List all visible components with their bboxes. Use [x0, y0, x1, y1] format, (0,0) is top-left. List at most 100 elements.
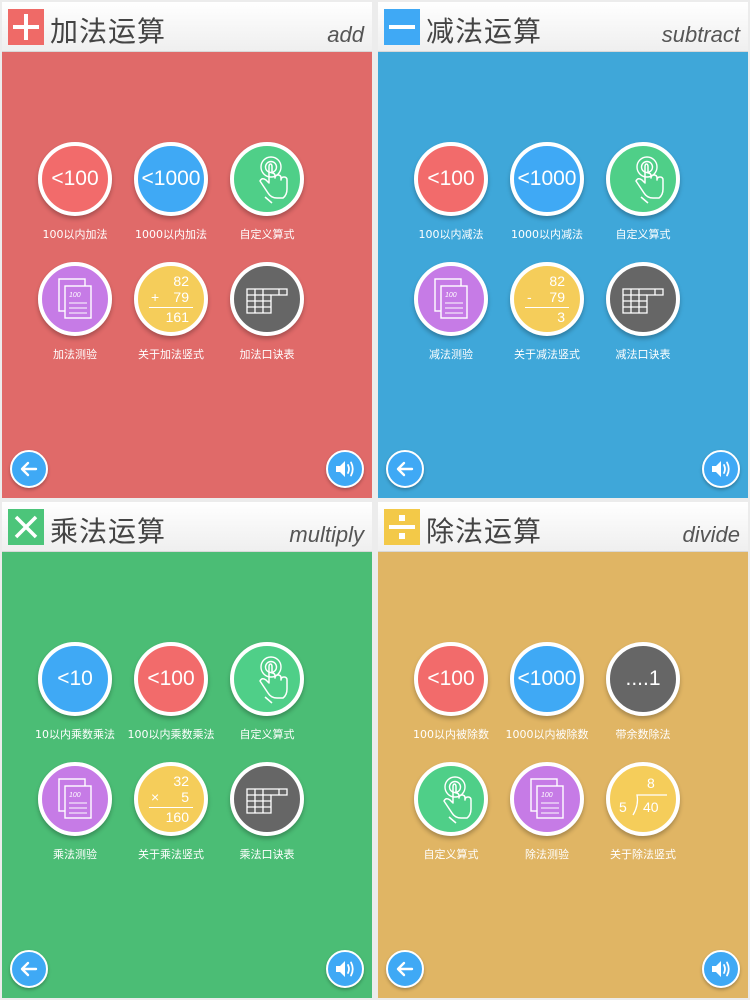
table-icon: [246, 788, 288, 814]
menu-tile[interactable]: 82 +79 161 关于加法竖式: [116, 262, 226, 372]
sound-button[interactable]: [702, 950, 740, 988]
back-button[interactable]: [386, 950, 424, 988]
tile-label: 100以内减法: [418, 228, 484, 241]
tile-button[interactable]: 100: [414, 262, 488, 336]
calc-second-number: 79: [549, 289, 565, 305]
tile-button[interactable]: 32 × 5 160: [134, 762, 208, 836]
sound-button[interactable]: [326, 950, 364, 988]
sound-button[interactable]: [326, 450, 364, 488]
tile-range-text: <1000: [517, 667, 577, 690]
tile-label: 乘法口诀表: [239, 848, 295, 861]
panel-header: 除法运算 divide: [378, 502, 748, 552]
panel-subtitle: add: [327, 22, 364, 47]
tile-label: 加法口诀表: [239, 348, 295, 361]
menu-tile[interactable]: 82 - 79 3 关于减法竖式: [492, 262, 602, 372]
menu-tile[interactable]: 100 乘法测验: [20, 762, 130, 872]
calc-line: [149, 307, 193, 308]
tile-button[interactable]: 8 5 40: [606, 762, 680, 836]
tile-button[interactable]: <1000: [134, 142, 208, 216]
sheet-score-text: 100: [69, 792, 81, 799]
menu-tile[interactable]: <100 100以内被除数: [396, 642, 506, 752]
panel-title: 减法运算: [426, 15, 543, 48]
menu-tile[interactable]: ....1 带余数除法: [588, 642, 698, 752]
menu-tile[interactable]: 自定义算式: [212, 642, 322, 752]
tile-button[interactable]: [230, 262, 304, 336]
calc-top-number: 32: [173, 773, 189, 789]
menu-tile[interactable]: 8 5 40 关于除法竖式: [588, 762, 698, 872]
tile-range-text: <100: [147, 667, 195, 690]
panel-subtitle: divide: [682, 522, 740, 547]
calc-second-number: 5: [181, 789, 189, 805]
menu-tile[interactable]: <100 100以内减法: [396, 142, 506, 252]
tile-label: 自定义算式: [239, 728, 295, 741]
plus-icon: [8, 9, 44, 45]
tile-button[interactable]: [230, 762, 304, 836]
tile-button[interactable]: <1000: [510, 642, 584, 716]
menu-tile[interactable]: 自定义算式: [588, 142, 698, 252]
menu-tile[interactable]: <10 10以内乘数乘法: [20, 642, 130, 752]
menu-tile[interactable]: <1000 1000以内减法: [492, 142, 602, 252]
tile-button[interactable]: [230, 142, 304, 216]
tile-label: 1000以内减法: [511, 228, 583, 241]
tile-button[interactable]: 100: [38, 262, 112, 336]
tile-button[interactable]: [606, 142, 680, 216]
menu-tile[interactable]: <1000 1000以内被除数: [492, 642, 602, 752]
calc-second-number: 79: [173, 289, 189, 305]
menu-tile[interactable]: 100 除法测验: [492, 762, 602, 872]
tile-button[interactable]: <100: [414, 142, 488, 216]
tile-label: 关于除法竖式: [610, 848, 676, 861]
menu-tile[interactable]: <1000 1000以内加法: [116, 142, 226, 252]
calc-line: [149, 807, 193, 808]
calc-operator: +: [151, 289, 160, 305]
calc-operator: ×: [151, 789, 160, 805]
back-arrow-icon: [20, 461, 38, 477]
speaker-icon: [336, 961, 354, 977]
menu-tile[interactable]: 乘法口诀表: [212, 762, 322, 872]
minus-icon: [384, 9, 420, 45]
tile-button[interactable]: <100: [134, 642, 208, 716]
menu-tile[interactable]: <100 100以内乘数乘法: [116, 642, 226, 752]
tile-label: 带余数除法: [615, 728, 671, 741]
pointing-hand-icon: [635, 156, 664, 204]
tile-button[interactable]: <100: [38, 142, 112, 216]
menu-tile[interactable]: 32 × 5 160 关于乘法竖式: [116, 762, 226, 872]
menu-tile[interactable]: 自定义算式: [396, 762, 506, 872]
tile-button[interactable]: <1000: [510, 142, 584, 216]
calc-result: 160: [165, 809, 189, 825]
menu-tile[interactable]: 加法口诀表: [212, 262, 322, 372]
tile-button[interactable]: <10: [38, 642, 112, 716]
tile-button[interactable]: <100: [414, 642, 488, 716]
calc-operator: -: [527, 289, 532, 305]
back-button[interactable]: [10, 950, 48, 988]
tile-label: 自定义算式: [615, 228, 671, 241]
menu-tile[interactable]: 100 加法测验: [20, 262, 130, 372]
tile-button[interactable]: [606, 262, 680, 336]
menu-tile[interactable]: <100 100以内加法: [20, 142, 130, 252]
calc-line: [525, 307, 569, 308]
tile-button[interactable]: 82 +79 161: [134, 262, 208, 336]
dividend: 40: [643, 799, 659, 815]
tile-label: 乘法测验: [53, 848, 97, 861]
back-button[interactable]: [386, 450, 424, 488]
pointing-hand-icon: [259, 156, 288, 204]
test-sheet-icon: 100: [58, 278, 92, 319]
tile-button[interactable]: 100: [510, 762, 584, 836]
menu-tile[interactable]: 100 减法测验: [396, 262, 506, 372]
tile-label: 除法测验: [525, 848, 569, 861]
tile-label: 关于减法竖式: [514, 348, 580, 361]
test-sheet-icon: 100: [434, 278, 468, 319]
menu-tile[interactable]: 减法口诀表: [588, 262, 698, 372]
back-button[interactable]: [10, 450, 48, 488]
tile-button[interactable]: [230, 642, 304, 716]
sound-button[interactable]: [702, 450, 740, 488]
tile-range-text: <100: [427, 667, 475, 690]
tile-button[interactable]: 82 - 79 3: [510, 262, 584, 336]
tile-range-text: <1000: [517, 167, 577, 190]
pointing-hand-icon: [443, 776, 472, 824]
divisor: 5: [619, 799, 627, 815]
quotient: 8: [647, 775, 655, 791]
tile-button[interactable]: [414, 762, 488, 836]
tile-button[interactable]: ....1: [606, 642, 680, 716]
tile-button[interactable]: 100: [38, 762, 112, 836]
menu-tile[interactable]: 自定义算式: [212, 142, 322, 252]
